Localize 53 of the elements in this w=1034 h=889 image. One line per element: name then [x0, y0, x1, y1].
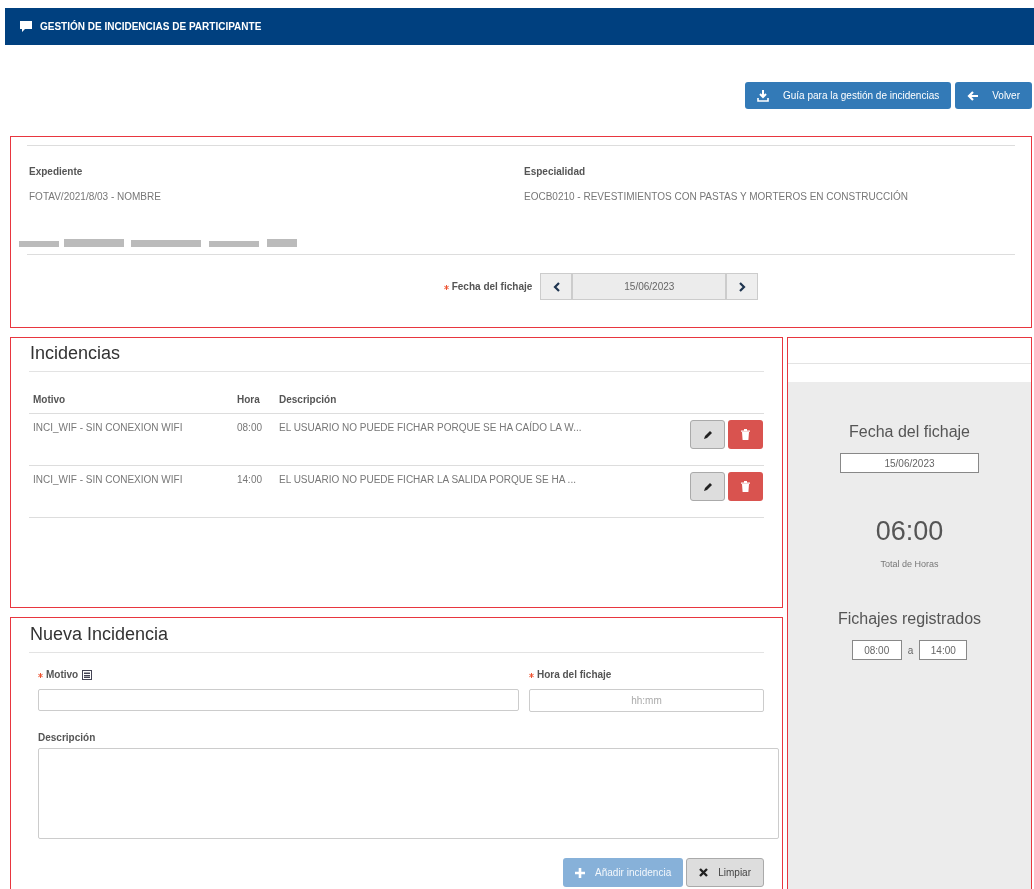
pencil-icon — [702, 429, 713, 440]
download-guide-button[interactable]: Guía para la gestión de incidencias — [745, 82, 952, 109]
field-label: Motivo — [46, 669, 79, 681]
list-icon — [82, 670, 93, 680]
trash-icon — [741, 481, 750, 492]
column-header: Motivo — [33, 393, 67, 407]
table-cell-text: EL USUARIO NO PUEDE FICHAR PORQUE SE HA CAÍDO LA W... — [279, 420, 583, 435]
delete-button[interactable] — [728, 420, 763, 449]
comment-icon — [20, 21, 32, 32]
delete-button[interactable] — [728, 472, 763, 501]
edit-button[interactable] — [690, 420, 725, 449]
table-cell-text: 08:00 — [237, 421, 264, 435]
previous-button[interactable] — [540, 273, 573, 300]
panel-heading: Fecha del fichaje — [849, 422, 970, 442]
date-field[interactable]: 15/06/2023 — [572, 273, 727, 300]
chevron-left-icon — [552, 281, 560, 292]
download-icon — [757, 89, 769, 102]
panel-heading: Fichajes registrados — [837, 609, 982, 629]
edit-button[interactable] — [690, 472, 725, 501]
field-value: EOCB0210 - REVESTIMIENTOS CON PASTAS Y MORTEROS EN CONSTRUCCIÓN — [524, 189, 909, 204]
plus-icon — [575, 867, 586, 878]
date-value-box: 15/06/2023 — [840, 453, 979, 473]
column-header: Hora — [237, 393, 261, 407]
table-cell-text: EL USUARIO NO PUEDE FICHAR LA SALIDA PORQUE SE HA ... — [279, 473, 577, 487]
chevron-right-icon — [738, 281, 746, 292]
field-label: Descripción — [38, 732, 97, 744]
total-hours-label: Total de Horas — [880, 557, 939, 571]
section-title: Nueva Incidencia — [29, 618, 764, 653]
motivo-field[interactable] — [38, 689, 519, 711]
close-icon — [699, 868, 709, 877]
trash-icon — [741, 429, 750, 440]
table-cell-text: INCI_WIF - SIN CONEXION WIFI — [33, 473, 184, 487]
back-button[interactable]: Volver — [955, 82, 1032, 109]
time-value-box: 14:00 — [919, 640, 968, 660]
field-label: Expediente — [29, 165, 84, 179]
field-value: FOTAV/2021/8/03 - NOMBRE — [29, 190, 162, 204]
arrow-left-icon — [967, 90, 979, 101]
time-value-box: 08:00 — [851, 640, 902, 660]
range-separator: a — [907, 643, 914, 658]
next-button[interactable] — [726, 273, 759, 300]
total-hours-value: 06:00 — [875, 515, 944, 548]
column-header: Descripción — [279, 393, 338, 407]
field-label: Hora del fichaje — [536, 669, 612, 681]
section-title: Incidencias — [29, 338, 764, 372]
field-label: Especialidad — [524, 165, 587, 179]
description-field[interactable] — [38, 748, 779, 839]
table-cell-text: INCI_WIF - SIN CONEXION WIFI — [33, 421, 184, 435]
clear-button[interactable]: Limpiar — [686, 858, 764, 887]
table-cell-text: 14:00 — [237, 473, 264, 487]
pencil-icon — [702, 481, 713, 492]
header-title: GESTIÓN DE INCIDENCIAS DE PARTICIPANTE — [40, 19, 262, 34]
time-field[interactable]: hh:mm — [528, 689, 764, 712]
field-label: Fecha del fichaje — [451, 281, 533, 292]
